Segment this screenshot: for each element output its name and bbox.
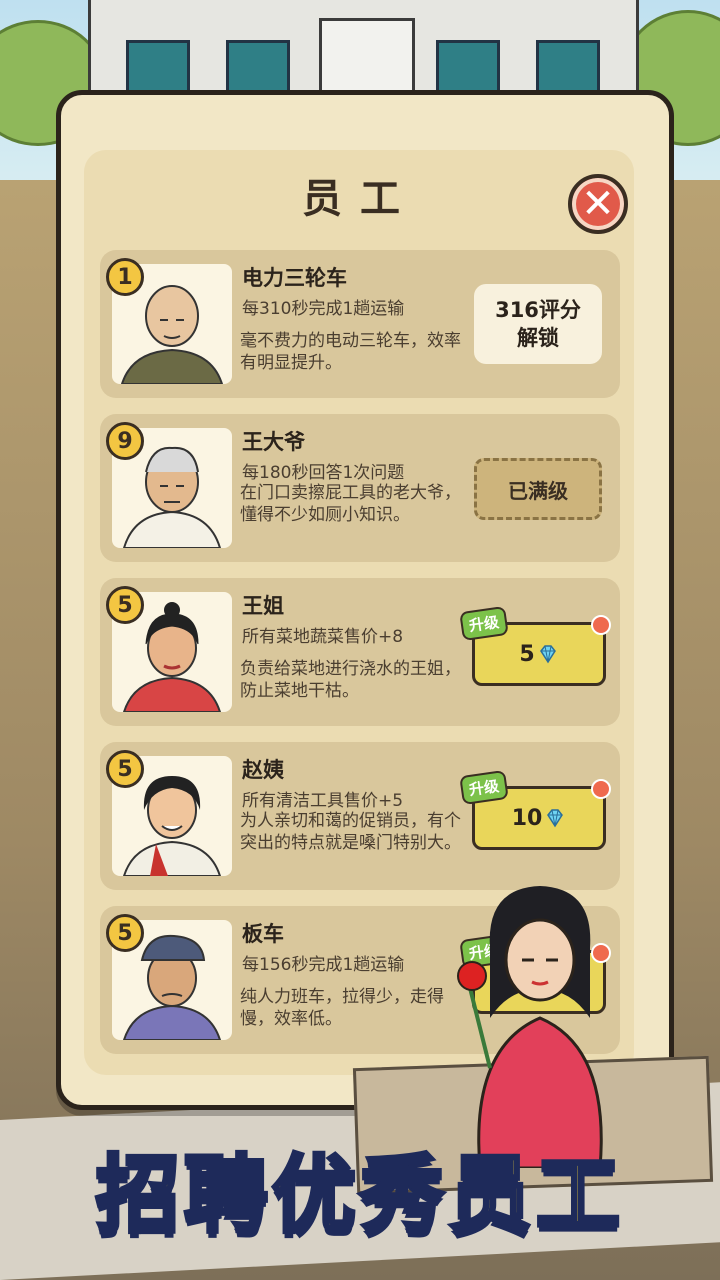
upgrade-cost: 5	[519, 641, 535, 667]
employee-description: 负责给菜地进行浇水的王姐，防止菜地干枯。	[240, 659, 461, 701]
employee-name: 板车	[242, 922, 284, 946]
upgrade-tag: 升级	[459, 769, 509, 806]
upgrade-cost: 10	[511, 805, 543, 831]
upgrade-button[interactable]: 升级 10	[459, 769, 611, 850]
girl-character	[457, 886, 603, 1168]
notification-dot	[591, 779, 611, 799]
diamond-icon	[547, 809, 564, 828]
employee-name: 王大爷	[242, 430, 305, 454]
notification-dot	[591, 615, 611, 635]
employee-name: 王姐	[242, 594, 284, 618]
upgrade-button[interactable]: 升级 5	[459, 605, 611, 686]
diamond-icon	[539, 645, 556, 664]
level-badge: 1	[106, 258, 144, 296]
employee-card: 1 电力三轮车 每310秒完成1趟运输 毫不费力的电动三轮车，效率有明显提升。 …	[100, 250, 620, 398]
employee-card: 9 王大爷 每180秒回答1次问题 在门口卖擦屁工具的老大爷，懂得不少如厕小知识…	[100, 414, 620, 562]
max-level-button: 已满级	[474, 458, 602, 520]
level-badge: 9	[106, 422, 144, 460]
employee-name: 电力三轮车	[242, 266, 347, 290]
level-badge: 5	[106, 586, 144, 624]
employee-effect: 每310秒完成1趟运输	[242, 299, 405, 319]
employee-description: 毫不费力的电动三轮车，效率有明显提升。	[240, 331, 461, 373]
employee-effect: 所有菜地蔬菜售价+8	[242, 627, 404, 647]
employee-effect: 每180秒回答1次问题	[242, 463, 405, 483]
employee-name: 赵姨	[242, 758, 284, 782]
unlock-button[interactable]: 316评分 解锁	[474, 284, 602, 364]
level-badge: 5	[106, 914, 144, 952]
employee-description: 在门口卖擦屁工具的老大爷，懂得不少如厕小知识。	[240, 483, 461, 525]
employee-card: 5 王姐 所有菜地蔬菜售价+8 负责给菜地进行浇水的王姐，防止菜地干枯。 升级 …	[100, 578, 620, 726]
employee-effect: 每156秒完成1趟运输	[242, 955, 405, 975]
employee-description: 为人亲切和蔼的促销员，有个突出的特点就是嗓门特别大。	[240, 811, 461, 853]
level-badge: 5	[106, 750, 144, 788]
close-button[interactable]: ✕	[568, 174, 628, 234]
promo-banner: 招聘优秀员工	[94, 1144, 624, 1246]
employee-effect: 所有清洁工具售价+5	[242, 791, 404, 811]
close-icon: ✕	[581, 181, 615, 227]
upgrade-tag: 升级	[459, 605, 509, 642]
